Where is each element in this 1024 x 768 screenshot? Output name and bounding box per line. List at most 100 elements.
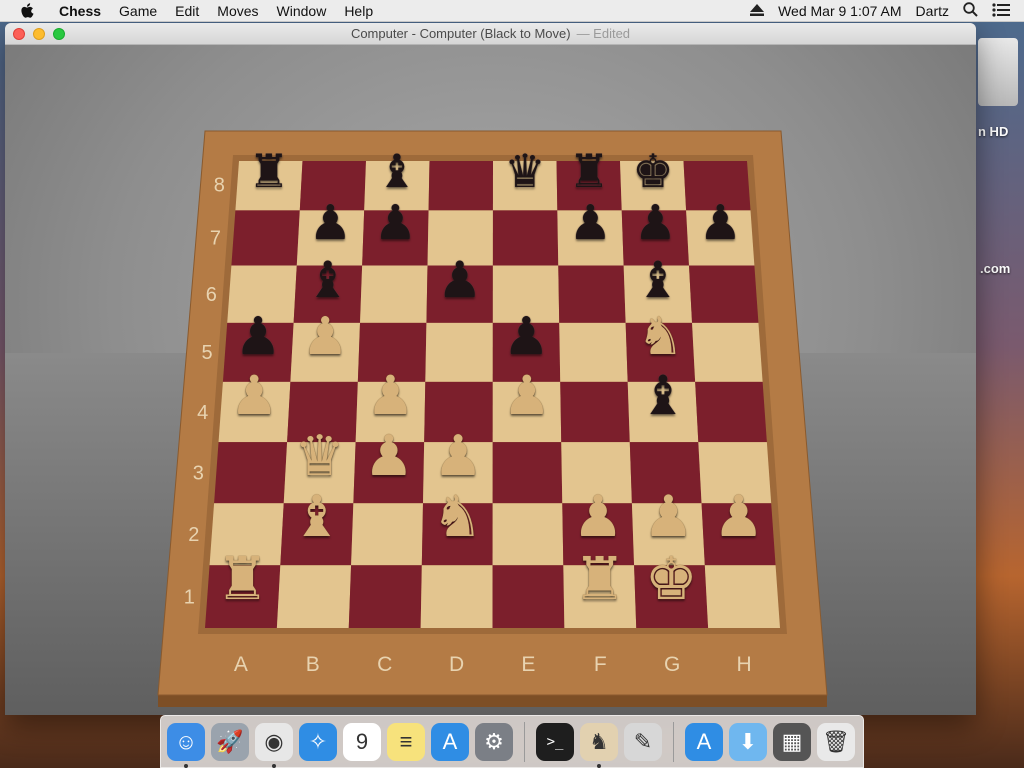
launchpad-icon[interactable]: 🚀 bbox=[211, 722, 249, 761]
white-queen-b3[interactable]: ♛ bbox=[292, 428, 348, 484]
desktop-file-label[interactable]: .com bbox=[980, 261, 1010, 276]
square-h4[interactable] bbox=[695, 381, 767, 443]
chrome-icon[interactable]: ◉ bbox=[255, 722, 293, 768]
dock-separator bbox=[673, 721, 674, 762]
file-label: A bbox=[234, 653, 248, 676]
trash-icon[interactable]: 🗑 bbox=[817, 722, 855, 761]
white-pawn-g2[interactable]: ♟ bbox=[640, 489, 697, 546]
black-pawn-c7[interactable]: ♟ bbox=[371, 200, 419, 248]
square-d1[interactable] bbox=[420, 565, 493, 628]
square-d5[interactable] bbox=[425, 322, 493, 382]
utility-icon[interactable]: ✎ bbox=[624, 722, 662, 761]
eject-icon[interactable] bbox=[750, 3, 765, 19]
square-b1[interactable] bbox=[276, 565, 352, 628]
square-h1[interactable] bbox=[704, 565, 780, 628]
black-bishop-b6[interactable]: ♝ bbox=[303, 255, 353, 305]
window-titlebar[interactable]: Computer - Computer (Black to Move) — Ed… bbox=[5, 23, 976, 45]
black-rook-f8[interactable]: ♜ bbox=[566, 148, 612, 194]
rank-label: 7 bbox=[210, 228, 221, 250]
screenshot-stack-icon[interactable]: ▦ bbox=[773, 722, 811, 761]
square-e3[interactable] bbox=[492, 442, 563, 504]
white-rook-f1[interactable]: ♜ bbox=[570, 549, 629, 609]
menu-app-chess[interactable]: Chess bbox=[50, 0, 110, 22]
app-store-downloads-icon[interactable]: A bbox=[685, 722, 723, 761]
square-h5[interactable] bbox=[692, 322, 763, 382]
square-d8[interactable] bbox=[428, 161, 493, 211]
menu-moves[interactable]: Moves bbox=[208, 0, 267, 22]
black-bishop-g4[interactable]: ♝ bbox=[636, 369, 690, 423]
rank-label: 3 bbox=[193, 463, 204, 485]
white-pawn-f2[interactable]: ♟ bbox=[570, 489, 627, 546]
menu-game[interactable]: Game bbox=[110, 0, 166, 22]
black-pawn-g7[interactable]: ♟ bbox=[631, 200, 679, 248]
black-bishop-g6[interactable]: ♝ bbox=[633, 255, 683, 305]
dock: ☺ 🚀 ◉ ✧ 9 ≡ A ⚙ >_ ♞ ✎ A ⬇ ▦ 🗑 bbox=[160, 715, 864, 768]
white-rook-a1[interactable]: ♜ bbox=[213, 549, 272, 609]
white-pawn-e4[interactable]: ♟ bbox=[500, 369, 554, 423]
running-indicator bbox=[272, 763, 276, 768]
system-preferences-icon[interactable]: ⚙ bbox=[475, 722, 513, 761]
apple-menu-icon[interactable] bbox=[18, 2, 36, 19]
rank-label: 2 bbox=[188, 524, 199, 546]
hard-disk-icon[interactable] bbox=[978, 38, 1018, 106]
square-f4[interactable] bbox=[560, 381, 630, 443]
square-c2[interactable] bbox=[351, 503, 423, 566]
downloads-folder-icon[interactable]: ⬇ bbox=[729, 722, 767, 761]
square-e7[interactable] bbox=[492, 210, 559, 266]
menu-edit[interactable]: Edit bbox=[166, 0, 208, 22]
chess-board[interactable]: 8 7 6 5 4 3 2 1 A B C D E F G H bbox=[5, 45, 976, 715]
white-pawn-d3[interactable]: ♟ bbox=[430, 428, 486, 484]
black-king-g8[interactable]: ♚ bbox=[630, 148, 676, 194]
menu-window[interactable]: Window bbox=[268, 0, 336, 22]
white-bishop-b2[interactable]: ♝ bbox=[288, 489, 345, 546]
calendar-icon[interactable]: 9 bbox=[343, 722, 381, 761]
square-a7[interactable] bbox=[231, 210, 300, 266]
close-window-button[interactable] bbox=[13, 28, 25, 40]
white-pawn-h2[interactable]: ♟ bbox=[710, 489, 767, 546]
square-a3[interactable] bbox=[214, 442, 288, 504]
file-label: E bbox=[521, 653, 535, 676]
file-label: G bbox=[664, 653, 680, 676]
square-c6[interactable] bbox=[360, 265, 428, 323]
rank-label: 4 bbox=[197, 402, 208, 424]
black-bishop-c8[interactable]: ♝ bbox=[374, 148, 420, 194]
black-pawn-f7[interactable]: ♟ bbox=[566, 200, 614, 248]
spotlight-search-icon[interactable] bbox=[963, 2, 978, 20]
menubar-user[interactable]: Dartz bbox=[916, 3, 949, 19]
chess-icon[interactable]: ♞ bbox=[580, 722, 618, 768]
white-pawn-a4[interactable]: ♟ bbox=[227, 369, 281, 423]
square-h6[interactable] bbox=[689, 265, 759, 323]
menu-help[interactable]: Help bbox=[335, 0, 382, 22]
white-knight-d2[interactable]: ♞ bbox=[429, 489, 486, 546]
notes-icon[interactable]: ≡ bbox=[387, 722, 425, 761]
black-queen-e8[interactable]: ♛ bbox=[502, 148, 548, 194]
square-c1[interactable] bbox=[348, 565, 422, 628]
hard-disk-label[interactable]: n HD bbox=[978, 124, 1008, 139]
terminal-icon[interactable]: >_ bbox=[536, 722, 574, 761]
app-store-icon[interactable]: A bbox=[431, 722, 469, 761]
notification-center-icon[interactable] bbox=[992, 2, 1010, 20]
white-pawn-c4[interactable]: ♟ bbox=[364, 369, 418, 423]
safari-icon[interactable]: ✧ bbox=[299, 722, 337, 761]
white-pawn-b5[interactable]: ♟ bbox=[299, 311, 351, 363]
white-king-g1[interactable]: ♚ bbox=[642, 549, 701, 609]
square-e1[interactable] bbox=[492, 565, 565, 628]
black-pawn-e5[interactable]: ♟ bbox=[500, 311, 552, 363]
minimize-window-button[interactable] bbox=[33, 28, 45, 40]
zoom-window-button[interactable] bbox=[53, 28, 65, 40]
finder-icon[interactable]: ☺ bbox=[167, 722, 205, 768]
white-pawn-c3[interactable]: ♟ bbox=[361, 428, 417, 484]
window-edited-indicator: — Edited bbox=[576, 26, 631, 41]
black-pawn-h7[interactable]: ♟ bbox=[696, 200, 744, 248]
square-e2[interactable] bbox=[492, 503, 564, 566]
black-pawn-b7[interactable]: ♟ bbox=[306, 200, 354, 248]
black-rook-a8[interactable]: ♜ bbox=[246, 148, 292, 194]
chess-window: Computer - Computer (Black to Move) — Ed… bbox=[5, 23, 976, 715]
square-f6[interactable] bbox=[558, 265, 626, 323]
file-label: D bbox=[449, 653, 464, 676]
white-knight-g5[interactable]: ♞ bbox=[634, 311, 686, 363]
black-pawn-a5[interactable]: ♟ bbox=[232, 311, 284, 363]
square-f5[interactable] bbox=[559, 322, 628, 382]
black-pawn-d6[interactable]: ♟ bbox=[435, 255, 485, 305]
menubar-clock[interactable]: Wed Mar 9 1:07 AM bbox=[778, 3, 901, 19]
